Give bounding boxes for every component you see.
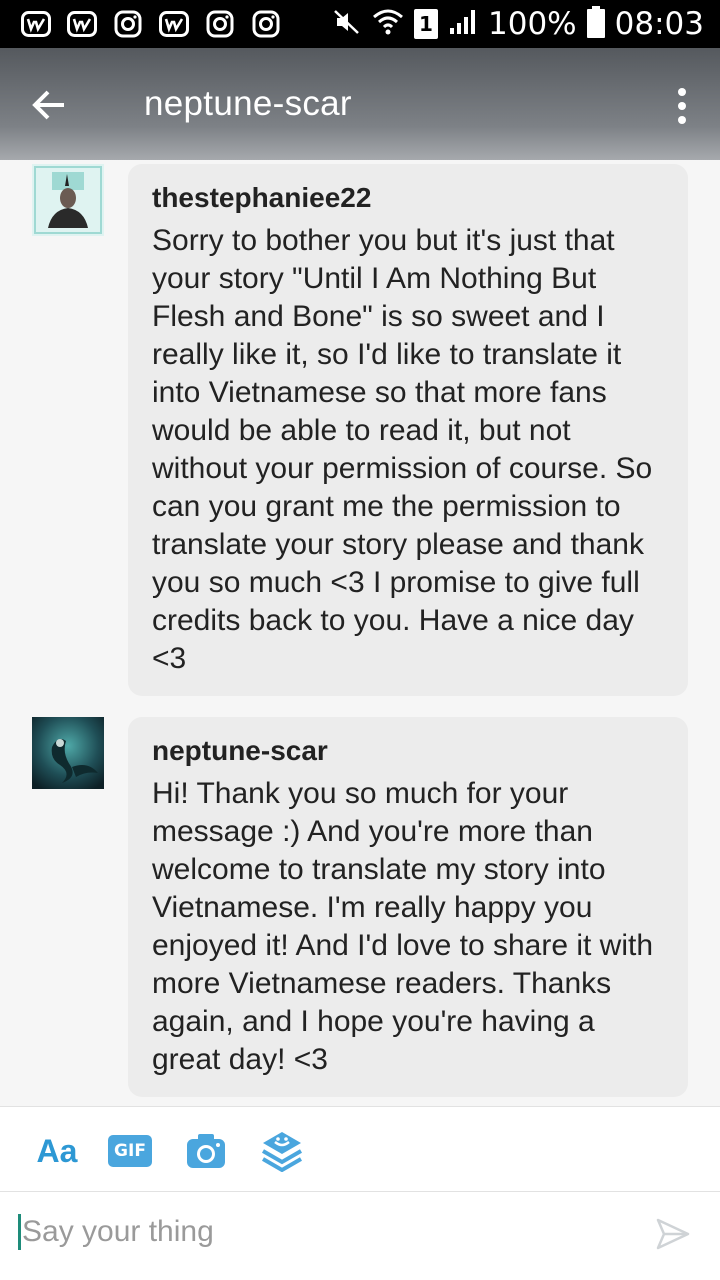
signal-icon	[448, 8, 478, 41]
message-author[interactable]: neptune-scar	[152, 735, 664, 767]
w-app-icon	[158, 8, 190, 40]
notification-icons	[0, 8, 282, 40]
page-title: neptune-scar	[144, 84, 352, 123]
w-app-icon	[66, 8, 98, 40]
w-app-icon	[20, 8, 52, 40]
gif-button[interactable]: GIF	[108, 1135, 152, 1167]
text-format-button[interactable]: Aa	[32, 1129, 82, 1173]
instagram-icon	[204, 8, 236, 40]
avatar[interactable]	[32, 717, 104, 789]
sticker-icon[interactable]	[260, 1129, 304, 1173]
instagram-icon	[112, 8, 144, 40]
instagram-icon	[250, 8, 282, 40]
more-options-icon[interactable]	[674, 86, 690, 126]
compose-bar	[0, 1192, 720, 1280]
message-text: Hi! Thank you so much for your message :…	[152, 777, 654, 1076]
message-text: Sorry to bother you but it's just that y…	[152, 224, 653, 675]
camera-icon[interactable]	[184, 1129, 228, 1173]
system-indicators: 1 100% 08:03	[332, 0, 704, 48]
conversation-header: neptune-scar	[0, 48, 720, 160]
battery-icon	[586, 5, 605, 43]
back-arrow-icon[interactable]	[28, 84, 70, 126]
message-bubble: thestephaniee22 Sorry to bother you but …	[128, 164, 688, 696]
clock: 08:03	[614, 6, 704, 42]
wifi-icon	[372, 7, 404, 42]
message-list[interactable]: thestephaniee22 Sorry to bother you but …	[0, 160, 720, 1106]
text-cursor	[18, 1214, 21, 1250]
message-bubble: neptune-scar Hi! Thank you so much for y…	[128, 717, 688, 1097]
avatar[interactable]	[32, 164, 104, 236]
message-input[interactable]	[22, 1210, 622, 1254]
send-icon[interactable]	[656, 1218, 690, 1250]
status-bar: 1 100% 08:03	[0, 0, 720, 48]
mute-icon	[332, 7, 362, 42]
sim-indicator: 1	[414, 9, 439, 39]
battery-percent: 100%	[488, 6, 577, 42]
message-author[interactable]: thestephaniee22	[152, 182, 664, 214]
compose-toolbar: Aa GIF	[0, 1106, 720, 1192]
